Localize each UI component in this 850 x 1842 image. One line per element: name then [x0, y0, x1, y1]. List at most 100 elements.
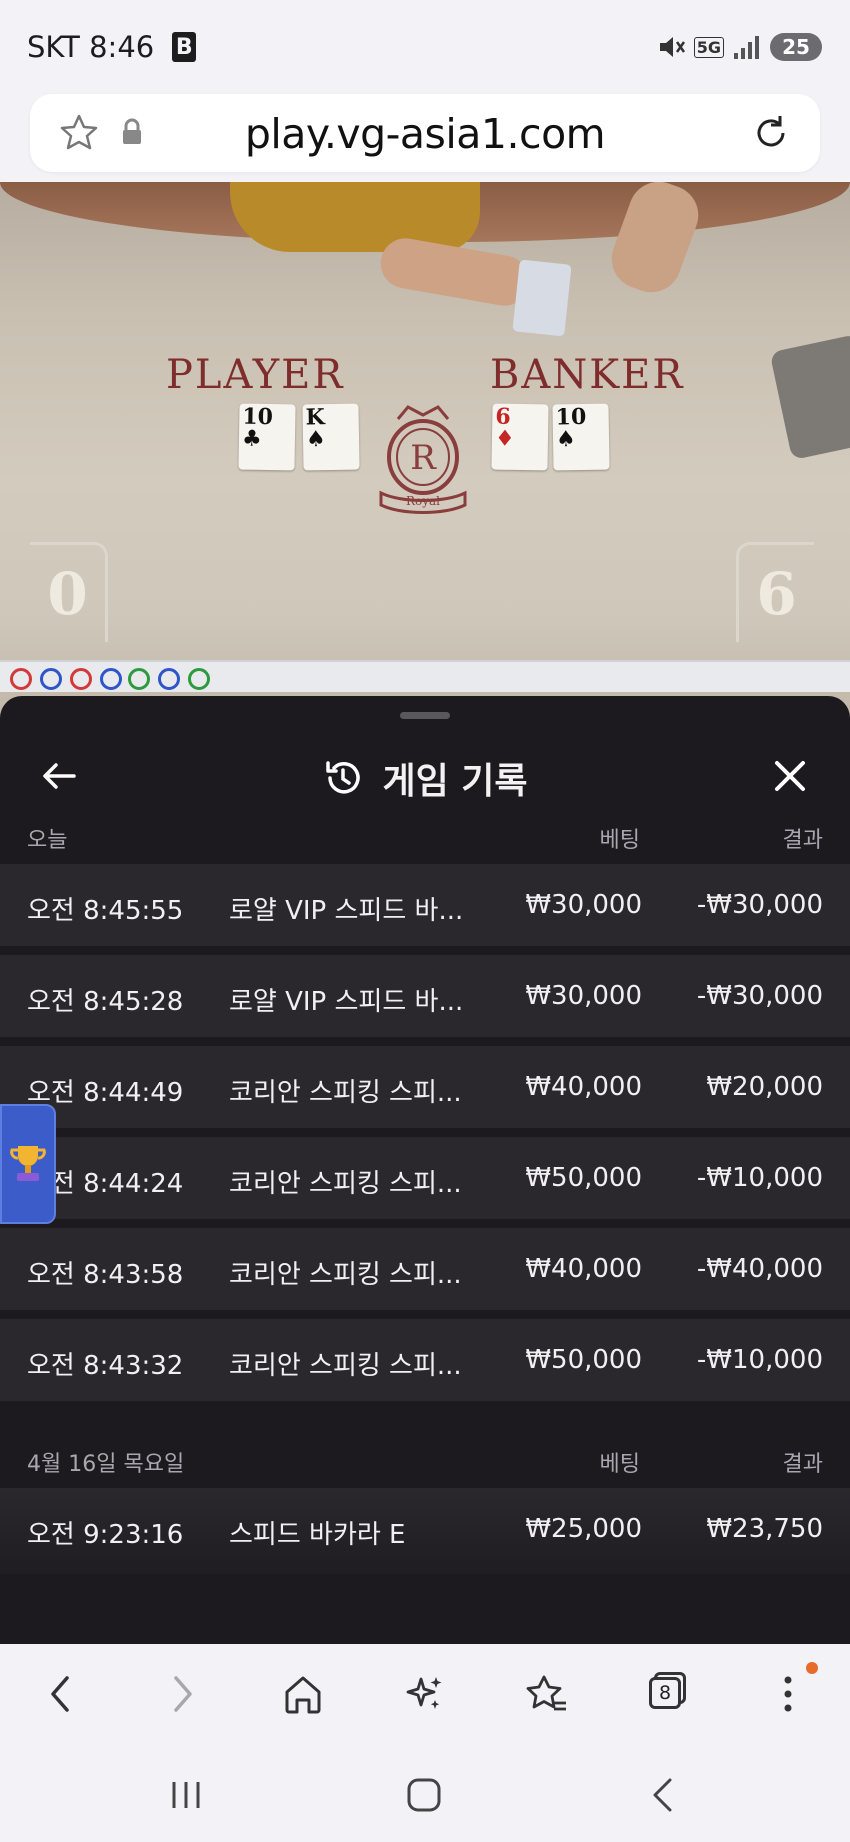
bead-road[interactable] [0, 660, 850, 692]
section-header-date: 4월 16일 목요일 베팅 결과 [0, 1440, 850, 1480]
row-result: -₩30,000 [696, 981, 823, 1011]
back-nav-button[interactable] [638, 1770, 688, 1820]
row-bet: ₩40,000 [525, 1254, 642, 1284]
notification-dot [806, 1662, 818, 1674]
row-time: 오전 8:45:28 [27, 987, 184, 1017]
mute-icon [659, 37, 685, 57]
road-banker-mark [70, 668, 92, 690]
back-nav-icon [653, 1778, 672, 1812]
player-score: 0 [30, 542, 108, 642]
banker-score: 6 [736, 542, 814, 642]
row-bet: ₩25,000 [525, 1514, 642, 1544]
live-game-video[interactable]: PLAYER BANKER 10 ♣ K ♠ 6 ♦ 10 ♠ R Royal … [0, 182, 850, 722]
history-row[interactable]: 오전 8:44:24 코리안 스피킹 스피... ₩50,000 -₩10,00… [0, 1137, 850, 1219]
row-game: 로얄 VIP 스피드 바... [229, 987, 464, 1017]
road-player-mark [158, 668, 180, 690]
sparkle-icon [406, 1677, 442, 1709]
section-date: 4월 16일 목요일 [27, 1452, 185, 1477]
card-suit: ♦ [494, 425, 515, 452]
trophy-tab-button[interactable] [0, 1104, 56, 1224]
section-date: 오늘 [27, 828, 68, 853]
forward-button[interactable] [155, 1666, 211, 1722]
card-shoe [769, 333, 850, 461]
menu-button[interactable] [760, 1662, 818, 1722]
signal-icon [734, 36, 759, 59]
url-bar[interactable]: play.vg-asia1.com [30, 94, 820, 172]
status-left: SKT 8:46 B [27, 30, 197, 64]
row-bet: ₩50,000 [525, 1345, 642, 1375]
row-time: 오전 8:43:58 [27, 1260, 184, 1290]
close-icon[interactable] [768, 754, 812, 798]
status-bar: SKT 8:46 B 5G 25 [0, 0, 850, 92]
dealer-hand [376, 234, 534, 310]
b-app-icon: B [172, 32, 197, 62]
history-icon [326, 761, 361, 794]
row-time: 오전 8:44:49 [27, 1078, 184, 1108]
row-result: ₩23,750 [706, 1514, 823, 1544]
royal-crest-logo: R Royal [379, 405, 467, 514]
sheet-header: 게임 기록 [0, 744, 850, 808]
system-nav-bar [0, 1744, 850, 1842]
banker-card-1: 6 ♦ [491, 403, 549, 471]
history-row[interactable]: 오전 8:45:28 로얄 VIP 스피드 바... ₩30,000 -₩30,… [0, 955, 850, 1037]
recent-apps-button[interactable] [161, 1770, 211, 1820]
back-button[interactable] [32, 1666, 88, 1722]
tab-count: 8 [649, 1677, 681, 1709]
history-row[interactable]: 오전 9:23:16 스피드 바카라 E ₩25,000 ₩23,750 [0, 1488, 850, 1574]
chevron-left-icon [51, 1676, 69, 1712]
url-text[interactable]: play.vg-asia1.com [30, 110, 820, 158]
row-game: 스피드 바카라 E [229, 1520, 406, 1550]
sheet-drag-handle[interactable] [400, 712, 450, 719]
row-result: -₩10,000 [696, 1345, 823, 1375]
row-result: -₩30,000 [696, 890, 823, 920]
ai-assist-button[interactable] [396, 1666, 452, 1722]
card-suit: ♠ [305, 426, 326, 453]
crest-letter: R [410, 438, 437, 478]
result-column-header: 결과 [782, 1452, 823, 1477]
row-bet: ₩50,000 [525, 1163, 642, 1193]
game-history-sheet: 게임 기록 오늘 베팅 결과 오전 8:45:55 로얄 VIP 스피드 바..… [0, 696, 850, 1644]
row-bet: ₩30,000 [525, 981, 642, 1011]
road-tie-mark [128, 668, 150, 690]
row-result: -₩40,000 [696, 1254, 823, 1284]
bookmarks-button[interactable] [518, 1666, 574, 1722]
home-button[interactable] [275, 1666, 331, 1722]
row-game: 코리안 스피킹 스피... [229, 1078, 462, 1108]
row-result: ₩20,000 [706, 1072, 823, 1102]
tabs-button[interactable]: 8 [638, 1666, 694, 1722]
road-tie-mark [188, 668, 210, 690]
road-player-mark [40, 668, 62, 690]
bet-column-header: 베팅 [599, 828, 640, 853]
result-column-header: 결과 [782, 828, 823, 853]
home-nav-button[interactable] [399, 1770, 449, 1820]
battery-icon: 25 [770, 33, 822, 61]
row-bet: ₩30,000 [525, 890, 642, 920]
home-square-icon [407, 1778, 441, 1812]
card-rank: K [305, 404, 326, 431]
banker-card-2: 10 ♠ [552, 403, 610, 471]
more-vertical-icon [784, 1676, 792, 1712]
row-bet: ₩40,000 [525, 1072, 642, 1102]
reload-icon[interactable] [750, 112, 792, 154]
row-game: 코리안 스피킹 스피... [229, 1260, 462, 1290]
card-rank: 10 [555, 403, 587, 431]
player-label: PLAYER [166, 352, 345, 398]
chevron-right-icon [174, 1676, 192, 1712]
history-row[interactable]: 오전 8:44:49 코리안 스피킹 스피... ₩40,000 ₩20,000 [0, 1046, 850, 1128]
carrier-time: SKT 8:46 [27, 30, 155, 64]
network-5g-icon: 5G [693, 36, 724, 58]
history-row[interactable]: 오전 8:43:32 코리안 스피킹 스피... ₩50,000 -₩10,00… [0, 1319, 850, 1401]
section-header-today: 오늘 베팅 결과 [0, 816, 850, 856]
status-right: 5G 25 [656, 32, 822, 62]
recent-apps-icon [172, 1782, 200, 1808]
history-row[interactable]: 오전 8:45:55 로얄 VIP 스피드 바... ₩30,000 -₩30,… [0, 864, 850, 946]
history-row[interactable]: 오전 8:43:58 코리안 스피킹 스피... ₩40,000 -₩40,00… [0, 1228, 850, 1310]
road-player-mark [100, 668, 122, 690]
card-suit: ♠ [555, 426, 576, 453]
browser-toolbar: 8 [0, 1644, 850, 1744]
sheet-title-text: 게임 기록 [382, 761, 528, 802]
player-card-2: K ♠ [302, 403, 360, 471]
road-banker-mark [10, 668, 32, 690]
row-time: 오전 8:43:32 [27, 1351, 184, 1381]
player-card-1: 10 ♣ [238, 403, 296, 471]
